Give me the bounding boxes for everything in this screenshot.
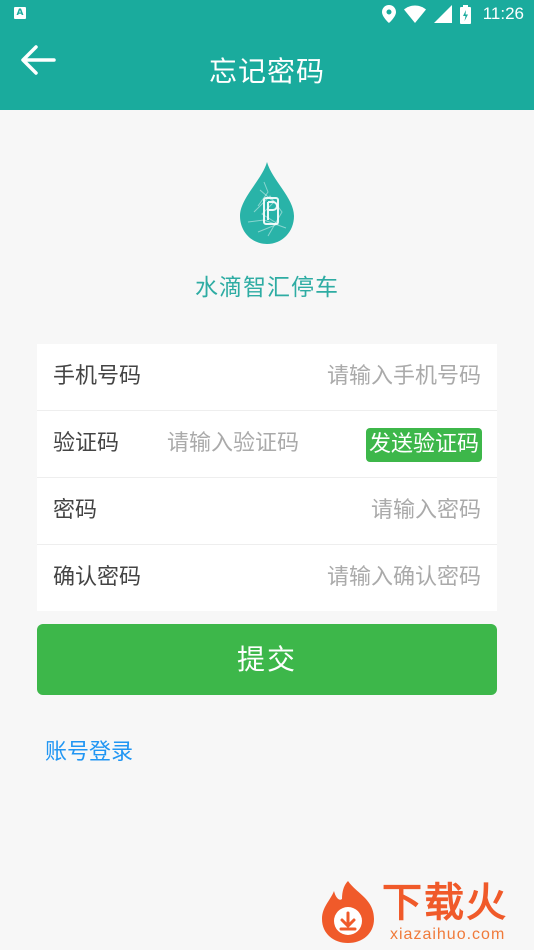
- account-login-link[interactable]: 账号登录: [45, 734, 133, 766]
- watermark-text: 下载火: [382, 880, 508, 926]
- phone-row: 手机号码 请输入手机号码: [37, 344, 497, 411]
- password-label: 密码: [53, 498, 98, 523]
- code-row: 验证码 请输入验证码 发送验证码: [37, 411, 497, 478]
- password-row: 密码 请输入密码: [37, 478, 497, 545]
- code-input[interactable]: 请输入验证码: [167, 411, 299, 477]
- watermark: 下载火 xiazaihuo.com: [314, 876, 534, 950]
- status-time: 11:26: [482, 4, 524, 23]
- confirm-password-row: 确认密码 请输入确认密码: [37, 545, 497, 611]
- watermark-url: xiazaihuo.com: [390, 926, 506, 943]
- status-icons: 11:26: [381, 3, 524, 25]
- wifi-icon: [403, 5, 426, 23]
- phone-input[interactable]: 请输入手机号码: [327, 344, 481, 410]
- flame-logo-icon: [322, 881, 374, 943]
- reset-password-form: 手机号码 请输入手机号码 验证码 请输入验证码 发送验证码 密码 请输入密码 确…: [37, 344, 497, 611]
- signal-icon: [433, 5, 452, 23]
- confirm-password-input[interactable]: 请输入确认密码: [327, 545, 481, 611]
- status-bar: A 11:26: [0, 0, 534, 28]
- code-label: 验证码: [53, 431, 120, 456]
- send-code-button[interactable]: 发送验证码: [365, 428, 482, 462]
- submit-button[interactable]: 提交: [37, 624, 497, 695]
- app-name: 水滴智汇停车: [195, 275, 339, 301]
- battery-icon: [459, 4, 471, 24]
- phone-label: 手机号码: [53, 364, 142, 389]
- page-title: 忘记密码: [208, 55, 325, 88]
- water-drop-logo-icon: [240, 162, 294, 244]
- location-icon: [381, 5, 396, 23]
- password-input[interactable]: 请输入密码: [371, 478, 481, 544]
- toolbar: 忘记密码: [0, 28, 534, 110]
- confirm-password-label: 确认密码: [53, 565, 142, 590]
- app-notification-icon: A: [14, 7, 26, 19]
